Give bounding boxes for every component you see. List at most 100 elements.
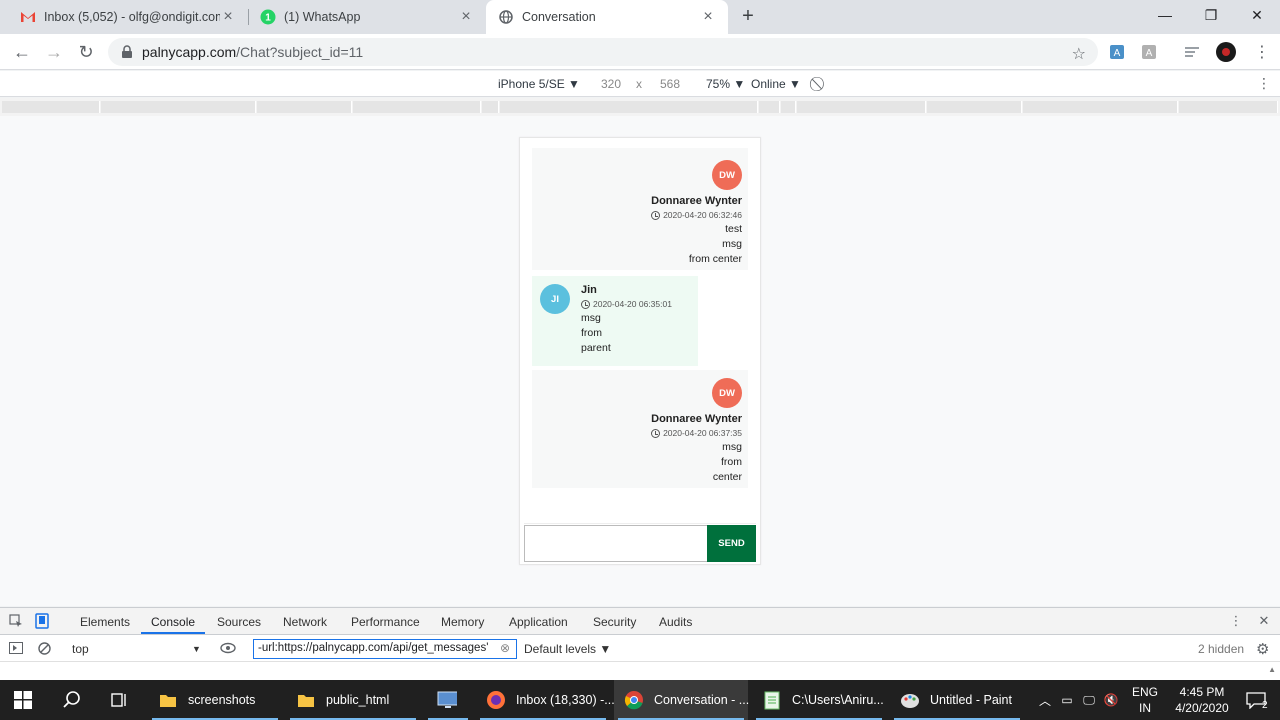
network-throttle-select[interactable]: Online ▼	[751, 77, 801, 91]
message-line: test	[725, 223, 742, 235]
device-toolbar-menu-icon[interactable]: ⋮	[1257, 75, 1271, 92]
media-query-segment[interactable]	[927, 101, 1022, 113]
device-width[interactable]: 320	[601, 77, 621, 91]
inspect-element-icon[interactable]	[8, 613, 24, 629]
devtools-tab-memory[interactable]: Memory	[441, 615, 484, 629]
close-icon[interactable]: ×	[458, 8, 474, 25]
console-settings-gear-icon[interactable]: ⚙	[1256, 640, 1269, 658]
task-view-icon[interactable]	[96, 680, 144, 720]
url-host: palnycapp.com	[142, 44, 237, 60]
devtools-tab-performance[interactable]: Performance	[351, 615, 420, 629]
extension-icon[interactable]: A	[1139, 42, 1159, 62]
log-levels-select[interactable]: Default levels ▼	[524, 642, 611, 656]
devtools-tab-sources[interactable]: Sources	[217, 615, 261, 629]
forward-icon[interactable]: →	[42, 40, 66, 64]
console-sidebar-icon[interactable]	[8, 640, 24, 656]
console-filter-input[interactable]: -url:https://palnycapp.com/api/get_messa…	[253, 639, 517, 659]
devtools-tab-elements[interactable]: Elements	[80, 615, 130, 629]
action-center-icon[interactable]: 2	[1234, 680, 1280, 720]
new-tab-icon[interactable]: +	[736, 4, 760, 28]
input-language[interactable]: ENG IN	[1130, 684, 1160, 716]
devtools-tab-security[interactable]: Security	[593, 615, 636, 629]
profile-avatar[interactable]	[1216, 42, 1236, 62]
devtools-tab-console[interactable]: Console	[151, 615, 195, 629]
clear-console-icon[interactable]	[36, 640, 52, 656]
extension-translate-icon[interactable]: A	[1107, 42, 1127, 62]
media-query-segment[interactable]	[353, 101, 481, 113]
console-toolbar: top ▼ -url:https://palnycapp.com/api/get…	[0, 636, 1280, 662]
minimize-icon[interactable]: —	[1142, 0, 1188, 30]
tab-strip: Inbox (5,052) - olfg@ondigit.com × 1 (1)…	[0, 0, 1280, 34]
media-query-segment[interactable]	[1023, 101, 1178, 113]
context-dropdown-icon[interactable]: ▼	[192, 644, 201, 654]
execution-context-select[interactable]: top	[72, 642, 89, 656]
chat-message-outgoing: DW Donnaree Wynter 2020-04-20 06:32:46 t…	[532, 148, 748, 270]
active-tab-indicator	[141, 632, 205, 634]
clear-filter-icon[interactable]: ⊗	[500, 641, 510, 655]
mobile-device-frame: DW Donnaree Wynter 2020-04-20 06:32:46 t…	[519, 137, 761, 565]
back-icon[interactable]: ←	[10, 40, 34, 64]
media-query-segment[interactable]	[797, 101, 926, 113]
media-query-segment[interactable]	[101, 101, 256, 113]
network-icon[interactable]: 🖵	[1078, 693, 1100, 708]
media-router-icon[interactable]	[1183, 42, 1203, 62]
tab-whatsapp[interactable]: 1 (1) WhatsApp ×	[248, 0, 486, 34]
taskbar-item-public-html[interactable]: public_html	[286, 680, 420, 720]
clock-time: 4:45 PM	[1179, 685, 1225, 699]
tab-title: (1) WhatsApp	[284, 10, 361, 24]
timestamp: 2020-04-20 06:35:01	[593, 299, 672, 309]
taskbar-item-screenshots[interactable]: screenshots	[148, 680, 282, 720]
sender-name: Donnaree Wynter	[651, 413, 742, 425]
browser-menu-icon[interactable]: ⋮	[1252, 42, 1272, 62]
device-height[interactable]: 568	[660, 77, 680, 91]
message-time: 2020-04-20 06:37:35	[532, 428, 742, 438]
taskbar-item-paint[interactable]: Untitled - Paint	[890, 680, 1024, 720]
tab-conversation[interactable]: Conversation ×	[486, 0, 728, 34]
media-query-segment[interactable]	[781, 101, 796, 113]
devtools-menu-icon[interactable]: ⋮	[1228, 613, 1244, 629]
message-input[interactable]	[524, 525, 708, 562]
media-query-segment[interactable]	[1179, 101, 1278, 113]
reload-icon[interactable]: ↻	[74, 40, 98, 64]
media-query-segment[interactable]	[257, 101, 352, 113]
start-button[interactable]	[0, 680, 48, 720]
device-toggle-icon[interactable]	[34, 613, 50, 629]
bookmark-star-icon[interactable]: ☆	[1072, 44, 1086, 64]
volume-muted-icon[interactable]: 🔇	[1100, 693, 1122, 707]
live-expression-eye-icon[interactable]	[220, 640, 236, 656]
media-query-bar[interactable]	[0, 98, 1280, 116]
taskbar-label: C:\Users\Aniru...	[792, 693, 884, 707]
media-query-segment[interactable]	[500, 101, 758, 113]
scroll-up-arrow-icon[interactable]: ▲	[1268, 665, 1276, 674]
device-select[interactable]: iPhone 5/SE ▼	[498, 77, 580, 91]
taskbar-item-firefox[interactable]: Inbox (18,330) -...	[476, 680, 615, 720]
close-icon[interactable]: ×	[220, 8, 236, 25]
zoom-select[interactable]: 75% ▼	[706, 77, 745, 91]
chrome-icon	[624, 690, 644, 710]
clock-icon	[651, 210, 661, 220]
show-hidden-icons-chevron-icon[interactable]: ︿	[1034, 692, 1056, 709]
media-query-segment[interactable]	[759, 101, 780, 113]
clock-icon	[651, 428, 661, 438]
taskbar-item-notepad[interactable]: C:\Users\Aniru...	[752, 680, 886, 720]
devtools-tab-network[interactable]: Network	[283, 615, 327, 629]
devtools-tab-audits[interactable]: Audits	[659, 615, 692, 629]
system-clock[interactable]: 4:45 PM 4/20/2020	[1170, 684, 1234, 716]
devtools-close-icon[interactable]: ✕	[1256, 613, 1272, 629]
devtools-tab-application[interactable]: Application	[509, 615, 568, 629]
close-icon[interactable]: ×	[700, 8, 716, 25]
tab-gmail[interactable]: Inbox (5,052) - olfg@ondigit.com ×	[8, 0, 248, 34]
address-bar[interactable]: palnycapp.com/Chat?subject_id=11 ☆	[108, 38, 1098, 66]
media-query-segment[interactable]	[482, 101, 499, 113]
search-icon[interactable]	[48, 680, 96, 720]
svg-text:A: A	[1146, 48, 1153, 59]
taskbar-item-remote-desktop[interactable]	[424, 680, 472, 720]
taskbar-item-chrome[interactable]: Conversation - ...	[614, 680, 749, 720]
send-button[interactable]: SEND	[707, 525, 756, 562]
battery-icon[interactable]: ▭	[1056, 693, 1078, 707]
notification-count: 2	[1262, 700, 1268, 711]
media-query-segment[interactable]	[2, 101, 100, 113]
folder-icon	[158, 690, 178, 710]
window-close-icon[interactable]: ✕	[1234, 0, 1280, 30]
restore-icon[interactable]: ❐	[1188, 0, 1234, 30]
